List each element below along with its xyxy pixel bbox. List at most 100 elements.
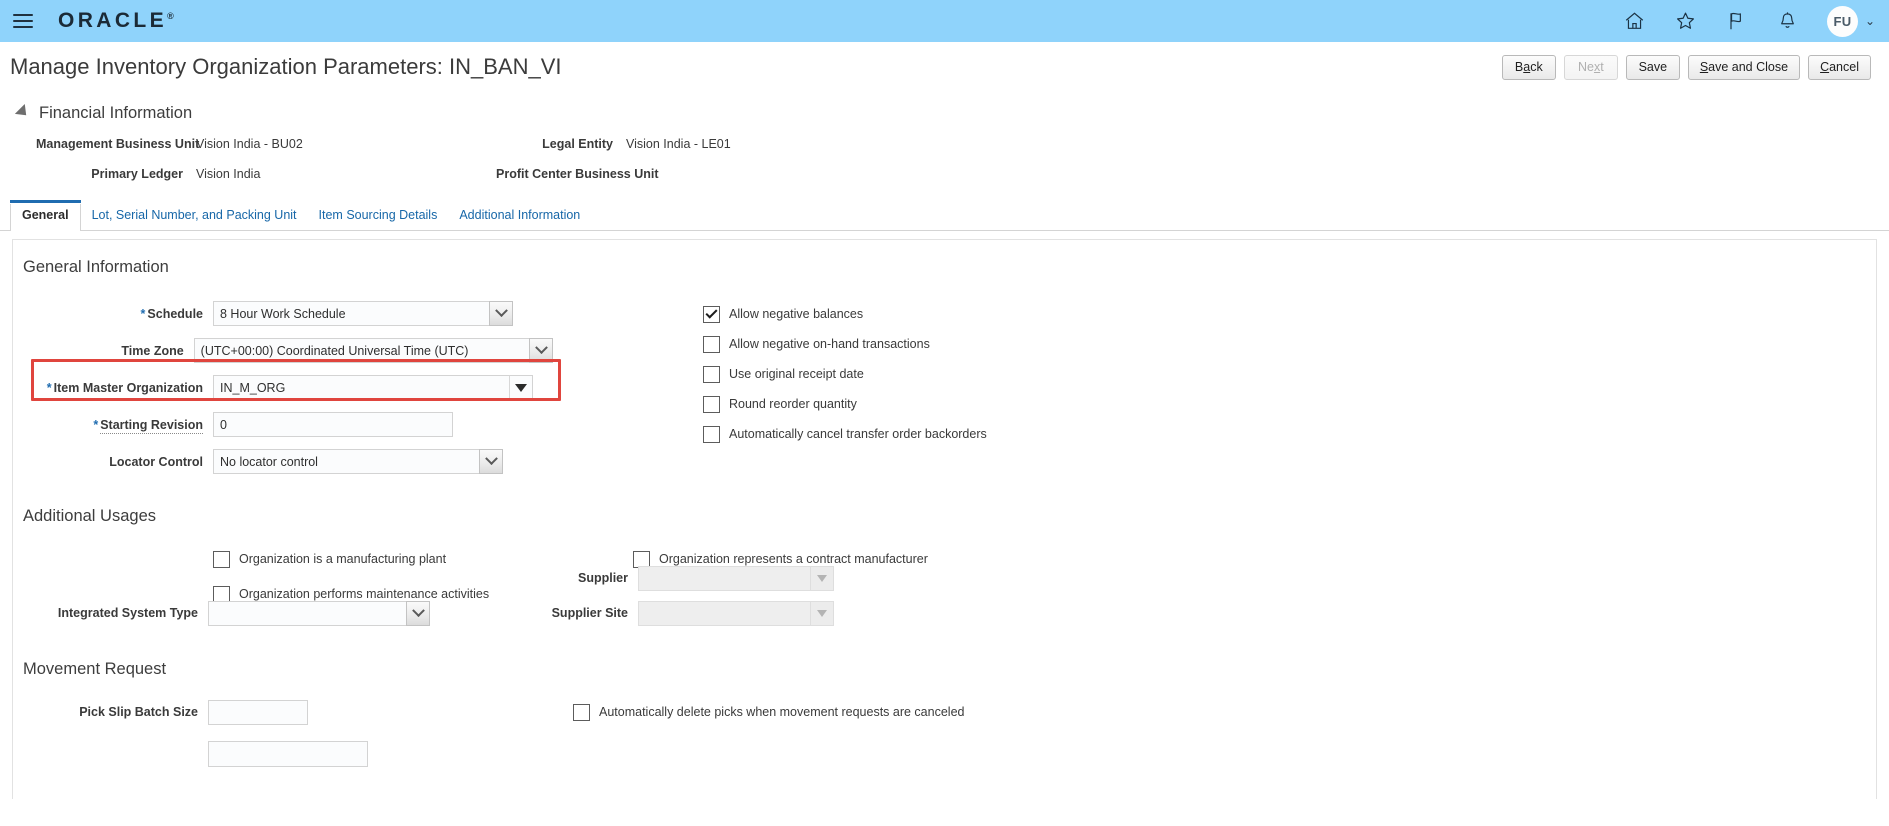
- triangle-down-icon: [515, 383, 527, 392]
- supplier-site-row: Supplier Site: [443, 594, 834, 632]
- time-zone-label: Time Zone: [121, 343, 184, 358]
- supplier-dropdown-button[interactable]: [810, 565, 834, 591]
- tab-item-sourcing-details[interactable]: Item Sourcing Details: [308, 204, 449, 230]
- integrated-system-type-label: Integrated System Type: [57, 606, 198, 620]
- chevron-down-icon: ⌄: [1864, 14, 1875, 28]
- schedule-select[interactable]: 8 Hour Work Schedule: [213, 301, 513, 326]
- automatically-delete-picks-row: Automatically delete picks when movement…: [573, 697, 964, 727]
- oracle-logo-text: ORACLE: [58, 9, 168, 32]
- allow-negative-on-hand-transactions-label[interactable]: Allow negative on-hand transactions: [729, 337, 930, 351]
- starting-revision-input[interactable]: 0: [213, 412, 453, 437]
- supplier-row: Supplier Supplier Site: [443, 562, 834, 632]
- locator-control-row: Locator Control No locator control: [13, 443, 553, 480]
- pick-slip-batch-size-input[interactable]: [208, 699, 308, 725]
- favorites-star-icon[interactable]: [1674, 10, 1697, 32]
- general-information-checkbox-column: Allow negative balances Allow negative o…: [703, 299, 987, 449]
- avatar: FU: [1826, 5, 1858, 37]
- integrated-system-type-row: Integrated System Type: [13, 598, 430, 628]
- integrated-system-type-dropdown-button[interactable]: [406, 600, 430, 626]
- back-button-label: Back: [1514, 60, 1543, 74]
- next-field-partial[interactable]: [208, 741, 368, 767]
- item-master-organization-row: * Item Master Organization IN_M_ORG: [13, 369, 553, 406]
- automatically-delete-picks-label[interactable]: Automatically delete picks when movement…: [599, 705, 964, 719]
- locator-control-select[interactable]: No locator control: [213, 449, 503, 474]
- tab-lot-serial-number-and-packing-unit[interactable]: Lot, Serial Number, and Packing Unit: [81, 204, 308, 230]
- hamburger-menu-icon[interactable]: [10, 8, 36, 34]
- round-reorder-quantity-checkbox[interactable]: [703, 395, 720, 413]
- management-business-unit-label: Management Business Unit: [36, 137, 200, 151]
- required-marker: *: [93, 417, 99, 432]
- integrated-system-type-value[interactable]: [208, 600, 406, 626]
- user-menu[interactable]: FU ⌄: [1826, 5, 1875, 37]
- oracle-logo-trademark: ®: [167, 11, 174, 21]
- legal-entity-value: Vision India - LE01: [626, 137, 731, 151]
- time-zone-value[interactable]: (UTC+00:00) Coordinated Universal Time (…: [193, 338, 529, 363]
- notifications-bell-icon[interactable]: [1776, 10, 1799, 32]
- next-button-label: Next: [1577, 60, 1604, 74]
- legal-entity-label: Legal Entity: [542, 137, 613, 151]
- item-master-organization-lov[interactable]: IN_M_ORG: [213, 375, 533, 400]
- automatically-delete-picks-checkbox[interactable]: [573, 703, 590, 721]
- chevron-down-icon: [494, 304, 508, 318]
- organization-is-manufacturing-plant-checkbox[interactable]: [213, 550, 230, 568]
- triangle-expanded-icon: [14, 103, 32, 121]
- supplier-value[interactable]: [638, 565, 810, 591]
- next-button[interactable]: Next: [1563, 54, 1618, 80]
- starting-revision-row: * Starting Revision 0: [13, 406, 553, 443]
- time-zone-select[interactable]: (UTC+00:00) Coordinated Universal Time (…: [193, 338, 553, 363]
- organization-is-manufacturing-plant-label[interactable]: Organization is a manufacturing plant: [239, 552, 446, 566]
- item-master-organization-value[interactable]: IN_M_ORG: [213, 375, 509, 400]
- profit-center-business-unit-value: [626, 167, 1889, 181]
- save-button[interactable]: Save: [1625, 54, 1680, 80]
- financial-information-heading: Financial Information: [39, 104, 193, 122]
- schedule-value[interactable]: 8 Hour Work Schedule: [213, 301, 489, 326]
- schedule-dropdown-button[interactable]: [489, 301, 513, 326]
- general-information-form: * Schedule 8 Hour Work Schedule Time Zone…: [13, 281, 1876, 491]
- primary-ledger-value: Vision India: [196, 167, 261, 181]
- additional-usages-heading: Additional Usages: [23, 507, 156, 525]
- tab-additional-information[interactable]: Additional Information: [448, 204, 591, 230]
- supplier-site-dropdown-button[interactable]: [810, 600, 834, 626]
- use-original-receipt-date-checkbox[interactable]: [703, 365, 720, 383]
- pick-slip-batch-size-label: Pick Slip Batch Size: [79, 705, 198, 719]
- locator-control-dropdown-button[interactable]: [479, 449, 503, 474]
- page-title: Manage Inventory Organization Parameters…: [10, 54, 562, 79]
- allow-negative-on-hand-transactions-checkbox[interactable]: [703, 335, 720, 353]
- starting-revision-label: * Starting Revision: [93, 417, 203, 434]
- automatically-cancel-transfer-order-backorders-checkbox[interactable]: [703, 425, 720, 443]
- movement-request-form: Pick Slip Batch Size Automatically delet…: [13, 683, 1876, 767]
- save-and-close-button[interactable]: Save and Close: [1687, 54, 1801, 80]
- integrated-system-type-select[interactable]: [208, 600, 430, 626]
- oracle-logo[interactable]: ORACLE®: [58, 9, 174, 33]
- supplier-site-value[interactable]: [638, 600, 810, 626]
- home-icon[interactable]: [1623, 10, 1646, 32]
- chevron-down-icon: [411, 603, 425, 617]
- time-zone-row: Time Zone (UTC+00:00) Coordinated Univer…: [13, 332, 553, 369]
- supplier-site-lov[interactable]: [638, 600, 834, 626]
- allow-negative-balances-checkbox[interactable]: [703, 305, 720, 323]
- save-and-close-button-label: Save and Close: [1699, 60, 1789, 74]
- automatically-cancel-transfer-order-backorders-label[interactable]: Automatically cancel transfer order back…: [729, 427, 987, 441]
- movement-request-heading: Movement Request: [23, 660, 167, 678]
- locator-control-label: Locator Control: [109, 454, 203, 469]
- flag-icon[interactable]: [1725, 10, 1748, 32]
- allow-negative-balances-label[interactable]: Allow negative balances: [729, 307, 863, 321]
- header-icon-group: FU ⌄: [1623, 5, 1875, 37]
- time-zone-dropdown-button[interactable]: [529, 338, 553, 363]
- item-master-organization-dropdown-button[interactable]: [509, 375, 533, 400]
- triangle-down-icon: [817, 574, 827, 582]
- back-button[interactable]: Back: [1501, 54, 1556, 80]
- general-tab-panel: General Information * Schedule 8 Hour Wor…: [12, 239, 1877, 799]
- locator-control-value[interactable]: No locator control: [213, 449, 479, 474]
- supplier-lov[interactable]: [638, 565, 834, 591]
- triangle-down-icon: [817, 609, 827, 617]
- supplier-site-label: Supplier Site: [551, 606, 628, 620]
- financial-information-disclosure[interactable]: Financial Information: [14, 103, 1889, 123]
- tab-bar: General Lot, Serial Number, and Packing …: [0, 200, 1889, 231]
- financial-information-fields: Management Business Unit Vision India - …: [16, 137, 1889, 181]
- cancel-button[interactable]: Cancel: [1808, 54, 1871, 80]
- management-business-unit-value: Vision India - BU02: [196, 137, 303, 151]
- use-original-receipt-date-label[interactable]: Use original receipt date: [729, 367, 864, 381]
- tab-general[interactable]: General: [10, 200, 81, 231]
- round-reorder-quantity-label[interactable]: Round reorder quantity: [729, 397, 857, 411]
